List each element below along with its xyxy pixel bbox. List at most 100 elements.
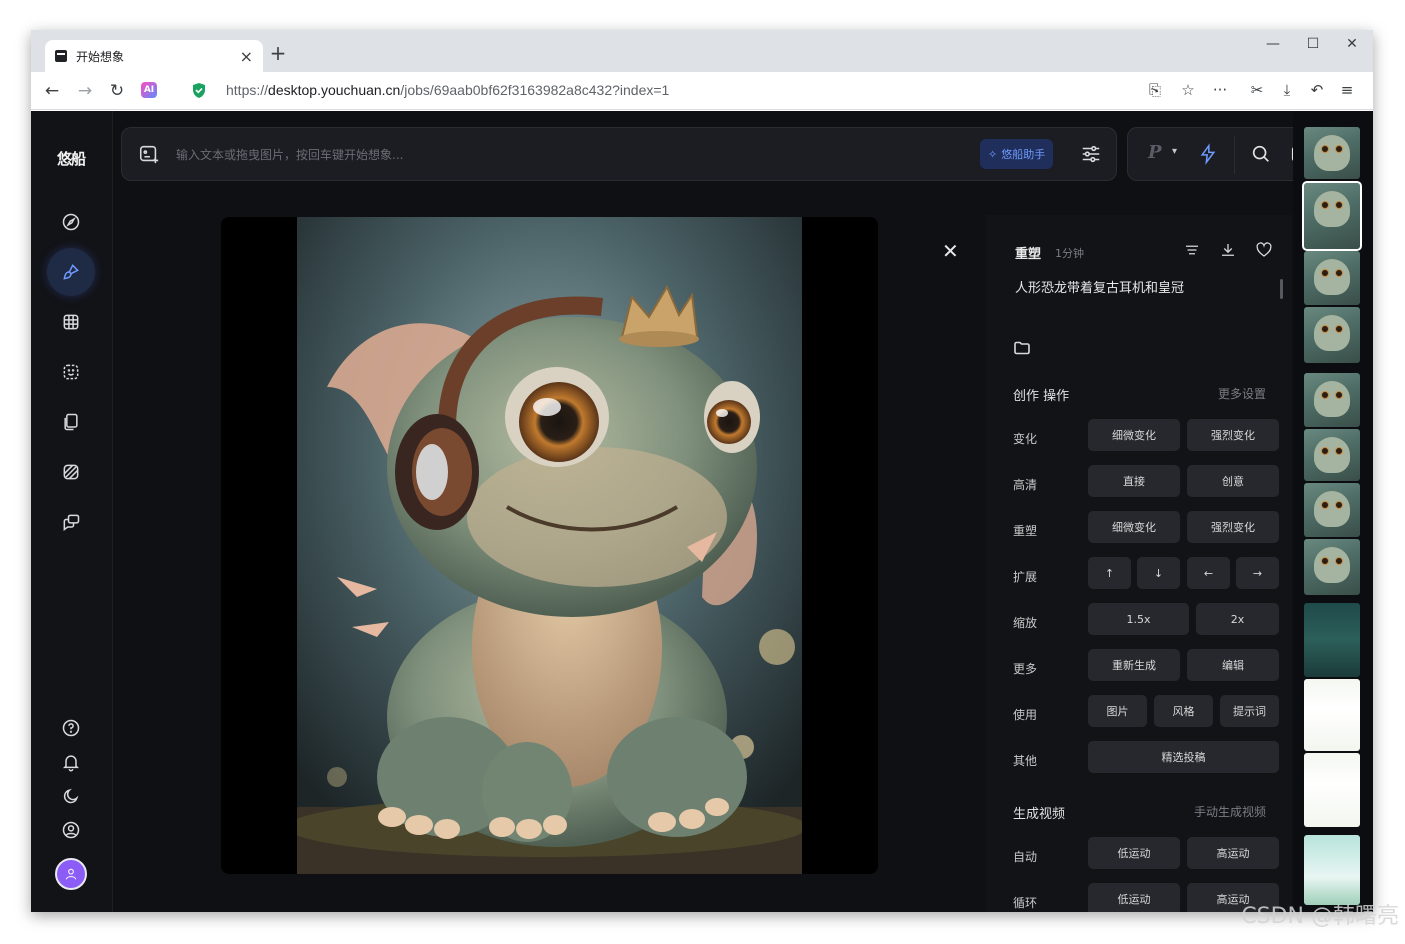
download-image-icon[interactable] — [1219, 241, 1237, 263]
thumbnail[interactable] — [1304, 835, 1360, 905]
zoom-1-5x-button[interactable]: 1.5x — [1088, 603, 1189, 635]
chat-icon[interactable] — [58, 509, 84, 535]
pan-down-button[interactable]: ↓ — [1137, 557, 1180, 589]
thumbnail[interactable] — [1304, 307, 1360, 363]
thumbnail[interactable] — [1304, 251, 1360, 305]
thumbnail[interactable] — [1304, 373, 1360, 427]
loop-low-motion-button[interactable]: 低运动 — [1088, 883, 1180, 912]
undo-icon[interactable]: ↶ — [1307, 81, 1327, 99]
bookmark-star-icon[interactable]: ☆ — [1178, 81, 1198, 99]
row-label-auto: 自动 — [1013, 850, 1038, 864]
shield-icon[interactable] — [191, 82, 207, 99]
vary-strong-button[interactable]: 强烈变化 — [1187, 419, 1279, 451]
generated-image[interactable] — [297, 217, 802, 874]
reload-icon[interactable]: ↻ — [106, 80, 128, 102]
menu-icon[interactable]: ≡ — [1337, 81, 1357, 99]
vary-subtle-button[interactable]: 细微变化 — [1088, 419, 1180, 451]
image-viewer[interactable] — [221, 217, 878, 874]
window-close-icon[interactable]: ✕ — [1342, 36, 1362, 52]
grid-icon[interactable] — [58, 309, 84, 335]
zoom-2x-button[interactable]: 2x — [1196, 603, 1279, 635]
avatar[interactable] — [55, 858, 87, 890]
search-icon[interactable] — [1250, 143, 1272, 169]
help-icon[interactable] — [58, 715, 84, 741]
url-prefix: https:// — [226, 82, 269, 98]
remix-subtle-button[interactable]: 细微变化 — [1088, 511, 1180, 543]
list-icon[interactable] — [1183, 241, 1201, 263]
mode-selector[interactable]: P — [1148, 142, 1162, 163]
moon-icon[interactable] — [58, 783, 84, 809]
maximize-icon[interactable]: ☐ — [1303, 36, 1323, 52]
app-logo: 悠船 — [57, 150, 86, 168]
auto-high-motion-button[interactable]: 高运动 — [1187, 837, 1279, 869]
manual-video-link[interactable]: 手动生成视频 — [1194, 803, 1266, 820]
add-image-icon[interactable] — [138, 143, 160, 165]
section-create-ops: 创作 操作 — [1013, 389, 1070, 404]
use-prompt-button[interactable]: 提示词 — [1220, 695, 1279, 727]
pattern-icon[interactable] — [58, 459, 84, 485]
forward-icon[interactable]: → — [74, 80, 96, 102]
use-image-button[interactable]: 图片 — [1088, 695, 1147, 727]
pan-right-button[interactable]: → — [1236, 557, 1279, 589]
more-dots-icon[interactable]: ··· — [1210, 81, 1230, 99]
row-label-other: 其他 — [1013, 754, 1038, 768]
bolt-icon[interactable] — [1198, 143, 1218, 169]
thumbnail[interactable] — [1304, 753, 1360, 827]
tab-title: 开始想象 — [76, 49, 125, 64]
toolbar-divider — [1234, 136, 1235, 174]
upscale-direct-button[interactable]: 直接 — [1088, 465, 1180, 497]
more-settings-link[interactable]: 更多设置 — [1218, 385, 1266, 402]
row-label-remix: 重塑 — [1013, 524, 1038, 538]
assistant-button[interactable]: ✧ 悠船助手 — [980, 139, 1054, 169]
download-icon[interactable]: ⤓ — [1277, 81, 1297, 99]
regenerate-button[interactable]: 重新生成 — [1088, 649, 1180, 681]
watermark-text: CSDN @韩曙亮 — [1241, 904, 1399, 929]
bell-icon[interactable] — [58, 749, 84, 775]
thumbnail-strip — [1293, 111, 1373, 912]
folder-small-icon[interactable] — [1014, 340, 1030, 359]
prompt-scrollbar[interactable] — [1280, 279, 1283, 299]
browser-tab[interactable]: 开始想象 × — [45, 40, 263, 72]
thumbnail[interactable] — [1304, 539, 1360, 595]
url-host: desktop.youchuan.cn — [268, 82, 401, 98]
heart-icon[interactable] — [1255, 241, 1273, 263]
copy-icon[interactable] — [58, 409, 84, 435]
back-icon[interactable]: ← — [41, 80, 63, 102]
settings-sliders-icon[interactable] — [1080, 143, 1102, 169]
thumbnail[interactable] — [1304, 429, 1360, 481]
create-brush-icon[interactable] — [58, 259, 84, 285]
prompt-bar: ✧ 悠船助手 — [121, 127, 1117, 181]
explore-icon[interactable] — [58, 209, 84, 235]
sidebar: 悠船 — [31, 111, 113, 912]
section-video: 生成视频 — [1013, 807, 1066, 822]
tab-favicon-icon — [55, 50, 67, 62]
row-label-vary: 变化 — [1013, 432, 1038, 446]
use-style-button[interactable]: 风格 — [1154, 695, 1213, 727]
thumbnail-selected[interactable] — [1302, 181, 1362, 251]
pan-left-button[interactable]: ← — [1187, 557, 1230, 589]
upscale-creative-button[interactable]: 创意 — [1187, 465, 1279, 497]
ai-extension-icon[interactable]: AI — [141, 82, 157, 98]
remix-strong-button[interactable]: 强烈变化 — [1187, 511, 1279, 543]
featured-submit-button[interactable]: 精选投稿 — [1088, 741, 1279, 773]
row-label-upscale: 高清 — [1013, 478, 1038, 492]
smile-card-icon[interactable] — [58, 359, 84, 385]
new-tab-button[interactable]: + — [268, 43, 288, 63]
translate-icon[interactable]: ⎘ — [1145, 81, 1165, 99]
thumbnail[interactable] — [1304, 483, 1360, 537]
account-icon[interactable] — [58, 817, 84, 843]
thumbnail[interactable] — [1304, 679, 1360, 751]
thumbnail[interactable] — [1304, 127, 1360, 179]
minimize-icon[interactable]: — — [1263, 36, 1283, 52]
tab-close-icon[interactable]: × — [240, 47, 253, 66]
auto-low-motion-button[interactable]: 低运动 — [1088, 837, 1180, 869]
pan-up-button[interactable]: ↑ — [1088, 557, 1131, 589]
prompt-input[interactable] — [176, 144, 936, 166]
edit-button[interactable]: 编辑 — [1187, 649, 1279, 681]
address-bar[interactable]: https://desktop.youchuan.cn/jobs/69aab0b… — [226, 82, 669, 98]
chevron-down-icon[interactable]: ▾ — [1172, 146, 1177, 157]
scissors-icon[interactable]: ✂ — [1247, 81, 1267, 99]
row-label-pan: 扩展 — [1013, 570, 1038, 584]
close-viewer-icon[interactable]: ✕ — [942, 239, 959, 263]
thumbnail[interactable] — [1304, 603, 1360, 677]
